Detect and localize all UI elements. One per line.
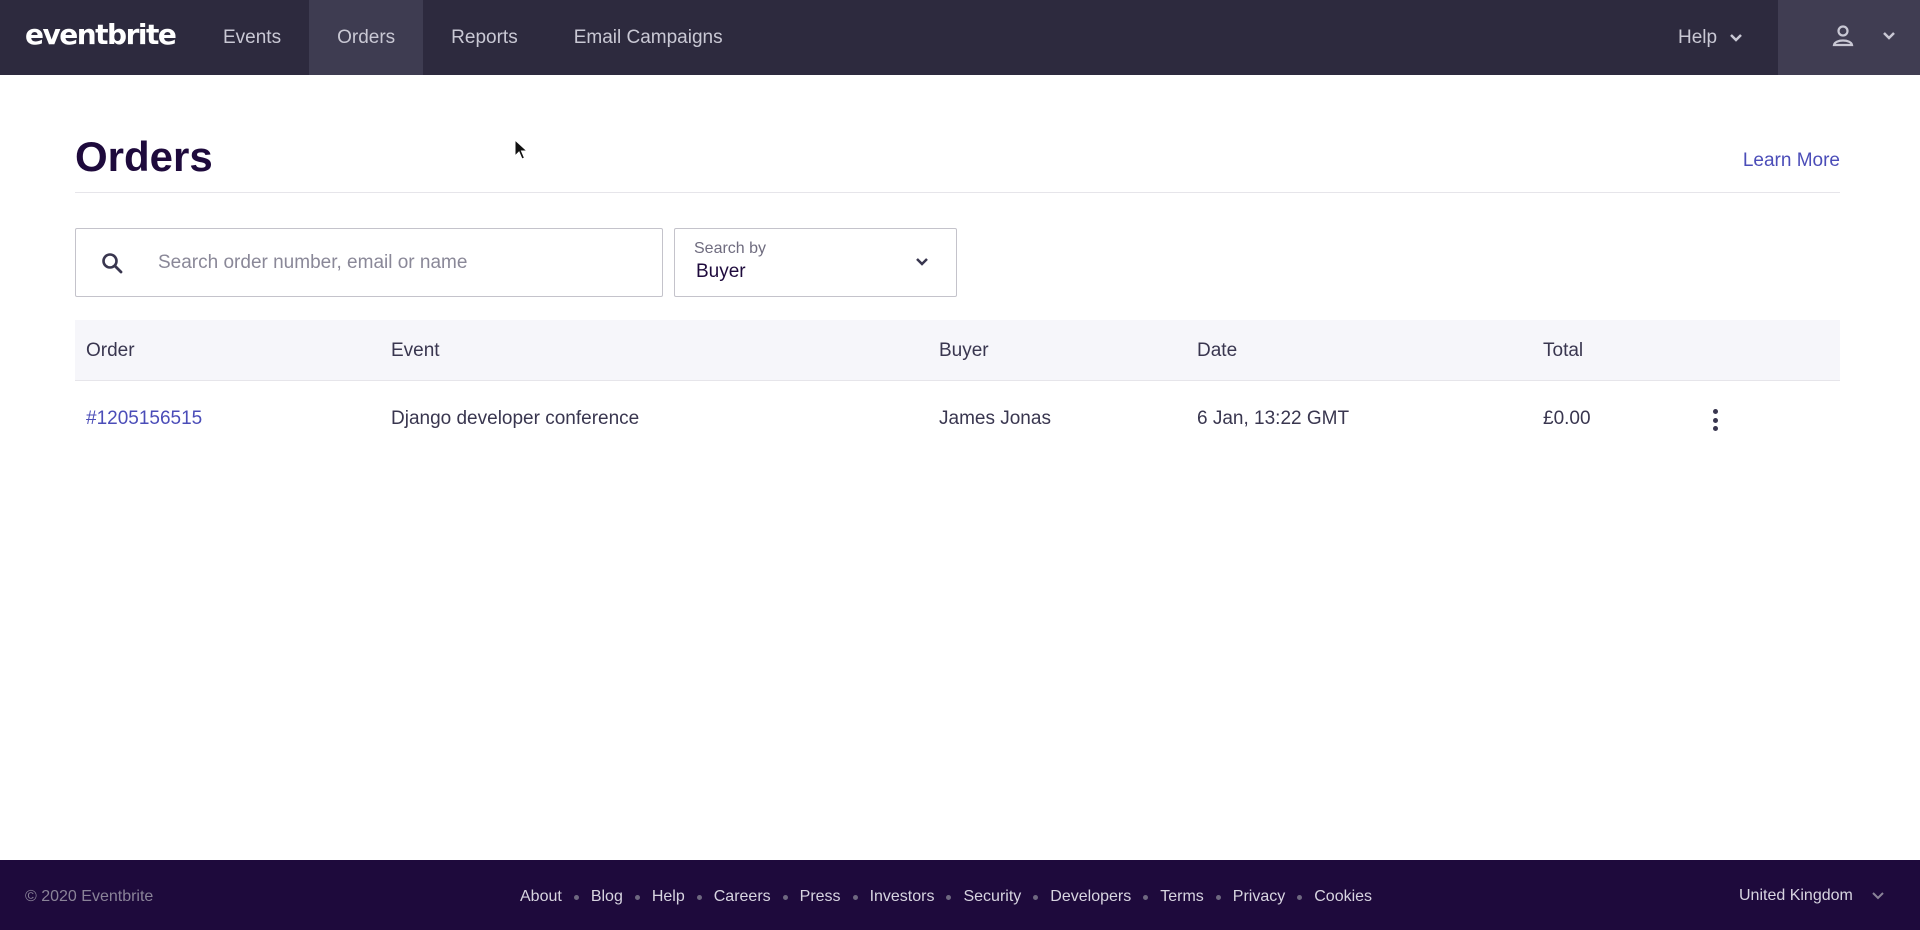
column-header-buyer[interactable]: Buyer <box>939 340 989 362</box>
separator-dot <box>946 894 952 900</box>
column-header-order[interactable]: Order <box>86 340 135 362</box>
eventbrite-logo[interactable]: eventbrite <box>25 18 177 51</box>
separator-dot <box>1143 894 1149 900</box>
account-menu-button[interactable] <box>1778 0 1920 75</box>
footer-links: About Blog Help Careers Press Investors … <box>520 888 1372 906</box>
chevron-down-icon <box>1730 33 1742 42</box>
table-row: #1205156515 Django developer conference … <box>75 381 1840 459</box>
separator-dot <box>1215 894 1221 900</box>
country-label: United Kingdom <box>1739 887 1853 904</box>
event-name: Django developer conference <box>391 408 640 429</box>
search-by-select[interactable]: Search by Buyer <box>674 228 957 297</box>
help-label: Help <box>1678 26 1718 48</box>
footer: © 2020 Eventbrite About Blog Help Career… <box>0 860 1920 930</box>
user-icon <box>1832 25 1854 47</box>
chevron-down-icon <box>916 258 928 266</box>
copyright: © 2020 Eventbrite <box>25 888 154 905</box>
nav-item-reports[interactable]: Reports <box>423 0 546 75</box>
country-selector[interactable]: United Kingdom <box>1739 887 1885 905</box>
footer-link-blog[interactable]: Blog <box>591 888 623 906</box>
footer-link-investors[interactable]: Investors <box>870 888 935 906</box>
nav-item-orders[interactable]: Orders <box>309 0 424 75</box>
page-title: Orders <box>75 133 213 180</box>
order-total: £0.00 <box>1543 408 1591 429</box>
separator-dot <box>852 894 858 900</box>
orders-table: Order Event Buyer Date Total #1205156515… <box>75 320 1840 459</box>
search-icon <box>102 253 123 274</box>
top-navigation-bar: eventbrite Events Orders Reports Email C… <box>0 0 1920 75</box>
mouse-cursor-icon <box>514 139 528 160</box>
footer-link-press[interactable]: Press <box>800 888 841 906</box>
more-actions-icon[interactable] <box>1705 406 1725 434</box>
learn-more-link[interactable]: Learn More <box>1743 150 1840 172</box>
buyer-name: James Jonas <box>939 408 1051 429</box>
footer-link-about[interactable]: About <box>520 888 562 906</box>
nav-item-events[interactable]: Events <box>195 0 309 75</box>
column-header-date[interactable]: Date <box>1197 340 1237 362</box>
separator-dot <box>634 894 640 900</box>
chevron-down-icon <box>1872 892 1884 900</box>
search-input[interactable] <box>158 229 638 296</box>
footer-link-developers[interactable]: Developers <box>1050 888 1131 906</box>
help-menu-button[interactable]: Help <box>1678 0 1743 75</box>
footer-link-careers[interactable]: Careers <box>714 888 771 906</box>
footer-link-privacy[interactable]: Privacy <box>1233 888 1285 906</box>
column-header-total[interactable]: Total <box>1543 340 1583 362</box>
separator-dot <box>782 894 788 900</box>
order-number-link[interactable]: #1205156515 <box>86 408 202 430</box>
footer-link-terms[interactable]: Terms <box>1160 888 1204 906</box>
title-divider <box>75 192 1840 193</box>
order-search-field[interactable] <box>75 228 663 297</box>
search-by-value: Buyer <box>696 261 746 282</box>
footer-link-security[interactable]: Security <box>963 888 1021 906</box>
nav-item-email-campaigns[interactable]: Email Campaigns <box>546 0 751 75</box>
separator-dot <box>1297 894 1303 900</box>
search-by-label: Search by <box>694 240 767 257</box>
footer-link-cookies[interactable]: Cookies <box>1314 888 1372 906</box>
chevron-down-icon <box>1883 32 1895 40</box>
separator-dot <box>696 894 702 900</box>
main-nav: Events Orders Reports Email Campaigns <box>195 0 751 75</box>
order-date: 6 Jan, 13:22 GMT <box>1197 408 1350 429</box>
table-header: Order Event Buyer Date Total <box>75 320 1840 381</box>
column-header-event[interactable]: Event <box>391 340 440 362</box>
separator-dot <box>573 894 579 900</box>
footer-link-help[interactable]: Help <box>652 888 685 906</box>
separator-dot <box>1033 894 1039 900</box>
